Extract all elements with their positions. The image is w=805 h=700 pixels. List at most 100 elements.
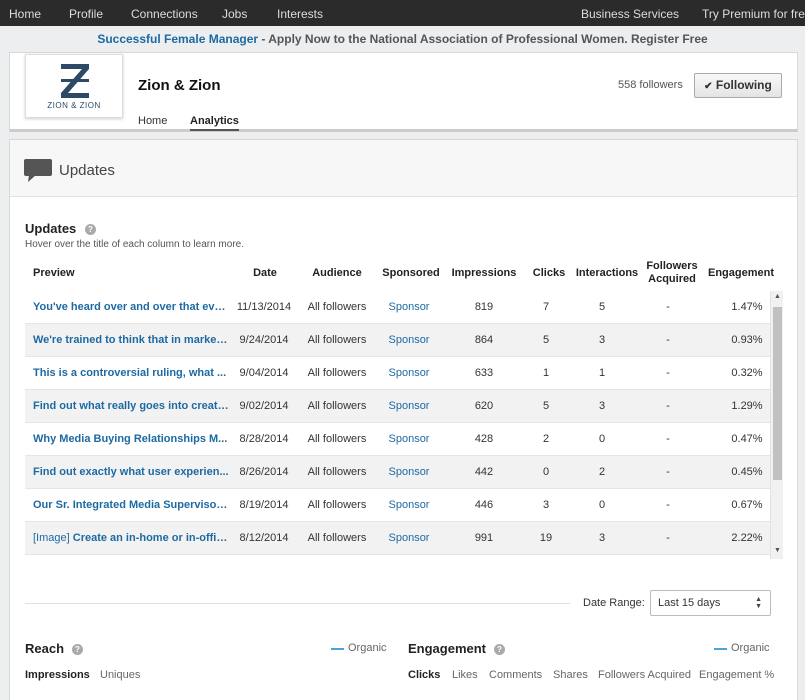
scroll-down-icon[interactable]: ▼	[773, 547, 782, 554]
row-audience: All followers	[307, 367, 367, 379]
section-divider	[25, 603, 570, 604]
row-sponsor-link[interactable]: Sponsor	[379, 532, 439, 544]
table-row: Find out exactly what user experien... 8…	[25, 456, 771, 489]
table-row: Our Sr. Integrated Media Supervisor... 8…	[25, 489, 771, 522]
table-row: [Image] Create an in-home or in-offic...…	[25, 522, 771, 555]
engagement-tab-followers-acquired[interactable]: Followers Acquired	[598, 669, 691, 681]
company-logo[interactable]: ZION & ZION	[25, 54, 123, 118]
row-clicks: 0	[542, 466, 550, 478]
row-impressions: 819	[474, 301, 494, 313]
following-button[interactable]: ✔ Following	[694, 73, 782, 98]
row-interactions: 3	[598, 334, 606, 346]
row-sponsor-link[interactable]: Sponsor	[379, 433, 439, 445]
row-sponsor-link[interactable]: Sponsor	[379, 301, 439, 313]
row-preview-link[interactable]: Why Media Buying Relationships M...	[33, 433, 229, 445]
tab-analytics[interactable]: Analytics	[190, 115, 239, 131]
reach-help-icon[interactable]: ?	[72, 644, 83, 655]
nav-home[interactable]: Home	[9, 7, 41, 21]
engagement-tab-shares[interactable]: Shares	[553, 669, 588, 681]
table-row: Why Media Buying Relationships M... 8/28…	[25, 423, 771, 456]
col-interactions[interactable]: Interactions	[573, 267, 641, 280]
row-followers-acquired: -	[666, 334, 670, 346]
promo-banner: Successful Female Manager - Apply Now to…	[0, 26, 805, 52]
row-impressions: 428	[474, 433, 494, 445]
engagement-tab-clicks[interactable]: Clicks	[408, 669, 440, 681]
logo-z-icon	[61, 64, 89, 98]
row-followers-acquired: -	[666, 400, 670, 412]
row-preview-link[interactable]: Our Sr. Integrated Media Supervisor...	[33, 499, 229, 511]
row-impressions: 446	[474, 499, 494, 511]
nav-jobs[interactable]: Jobs	[222, 7, 247, 21]
row-engagement: 2.22%	[731, 532, 763, 544]
col-engagement[interactable]: Engagement	[705, 267, 777, 280]
updates-table-body: You've heard over and over that eve... 1…	[25, 291, 771, 559]
col-clicks[interactable]: Clicks	[528, 267, 570, 280]
promo-link[interactable]: Successful Female Manager	[97, 32, 258, 46]
reach-tab-uniques[interactable]: Uniques	[100, 669, 140, 681]
row-preview-link[interactable]: Find out exactly what user experien...	[33, 466, 229, 478]
row-preview-link[interactable]: We're trained to think that in marketi..…	[33, 334, 229, 346]
table-row: We're trained to think that in marketi..…	[25, 324, 771, 357]
row-clicks: 7	[542, 301, 550, 313]
row-preview-link[interactable]: This is a controversial ruling, what ...	[33, 367, 229, 379]
row-date: 9/02/2014	[239, 400, 289, 412]
analytics-panel: Updates Updates ? Hover over the title o…	[9, 139, 798, 700]
tab-home[interactable]: Home	[138, 115, 167, 127]
row-interactions: 0	[598, 433, 606, 445]
engagement-tab-comments[interactable]: Comments	[489, 669, 542, 681]
row-preview-text: Create an in-home or in-offic...	[69, 532, 229, 544]
nav-profile[interactable]: Profile	[69, 7, 103, 21]
updates-help-icon[interactable]: ?	[85, 224, 96, 235]
row-impressions: 442	[474, 466, 494, 478]
col-preview[interactable]: Preview	[33, 267, 75, 280]
row-audience: All followers	[307, 334, 367, 346]
row-impressions: 991	[474, 532, 494, 544]
row-sponsor-link[interactable]: Sponsor	[379, 400, 439, 412]
date-range-select[interactable]: Last 15 days ▲ ▼	[650, 590, 771, 616]
row-preview-link[interactable]: You've heard over and over that eve...	[33, 301, 229, 313]
row-preview-link[interactable]: [Image] Create an in-home or in-offic...	[33, 532, 229, 544]
promo-text[interactable]: - Apply Now to the National Association …	[258, 32, 707, 46]
row-followers-acquired: -	[666, 433, 670, 445]
engagement-help-icon[interactable]: ?	[494, 644, 505, 655]
logo-text: ZION & ZION	[47, 101, 101, 110]
row-interactions: 0	[598, 499, 606, 511]
row-clicks: 2	[542, 433, 550, 445]
company-name[interactable]: Zion & Zion	[138, 77, 220, 94]
row-sponsor-link[interactable]: Sponsor	[379, 367, 439, 379]
col-sponsored[interactable]: Sponsored	[380, 267, 442, 280]
engagement-tab-engagement-pct[interactable]: Engagement %	[699, 669, 774, 681]
nav-try-premium[interactable]: Try Premium for free	[702, 7, 805, 21]
panel-title: Updates	[59, 162, 115, 179]
scroll-thumb[interactable]	[773, 307, 782, 480]
col-impressions[interactable]: Impressions	[448, 267, 520, 280]
nav-interests[interactable]: Interests	[277, 7, 323, 21]
row-date: 8/26/2014	[239, 466, 289, 478]
scroll-up-icon[interactable]: ▲	[773, 293, 782, 300]
reach-tab-impressions[interactable]: Impressions	[25, 669, 90, 681]
engagement-tab-likes[interactable]: Likes	[452, 669, 478, 681]
nav-connections[interactable]: Connections	[131, 7, 198, 21]
speech-bubble-icon	[24, 159, 52, 182]
engagement-title: Engagement	[408, 641, 487, 656]
table-row: Find out what really goes into creati...…	[25, 390, 771, 423]
row-preview-link[interactable]: Find out what really goes into creati...	[33, 400, 229, 412]
row-sponsor-link[interactable]: Sponsor	[379, 334, 439, 346]
table-row: This is a controversial ruling, what ...…	[25, 357, 771, 390]
row-followers-acquired: -	[666, 499, 670, 511]
row-date: 8/28/2014	[239, 433, 289, 445]
following-button-label: Following	[715, 78, 772, 92]
row-engagement: 0.67%	[731, 499, 763, 511]
company-header: ZION & ZION Zion & Zion 558 followers ✔ …	[9, 52, 798, 132]
row-sponsor-link[interactable]: Sponsor	[379, 499, 439, 511]
col-audience[interactable]: Audience	[301, 267, 373, 280]
col-date[interactable]: Date	[239, 267, 291, 280]
row-followers-acquired: -	[666, 367, 670, 379]
nav-business-services[interactable]: Business Services	[581, 7, 679, 21]
col-followers-acquired[interactable]: Followers Acquired	[642, 260, 702, 286]
table-scrollbar[interactable]: ▲ ▼	[770, 291, 783, 559]
row-engagement: 1.29%	[731, 400, 763, 412]
panel-header: Updates	[10, 140, 797, 197]
row-audience: All followers	[307, 301, 367, 313]
row-sponsor-link[interactable]: Sponsor	[379, 466, 439, 478]
